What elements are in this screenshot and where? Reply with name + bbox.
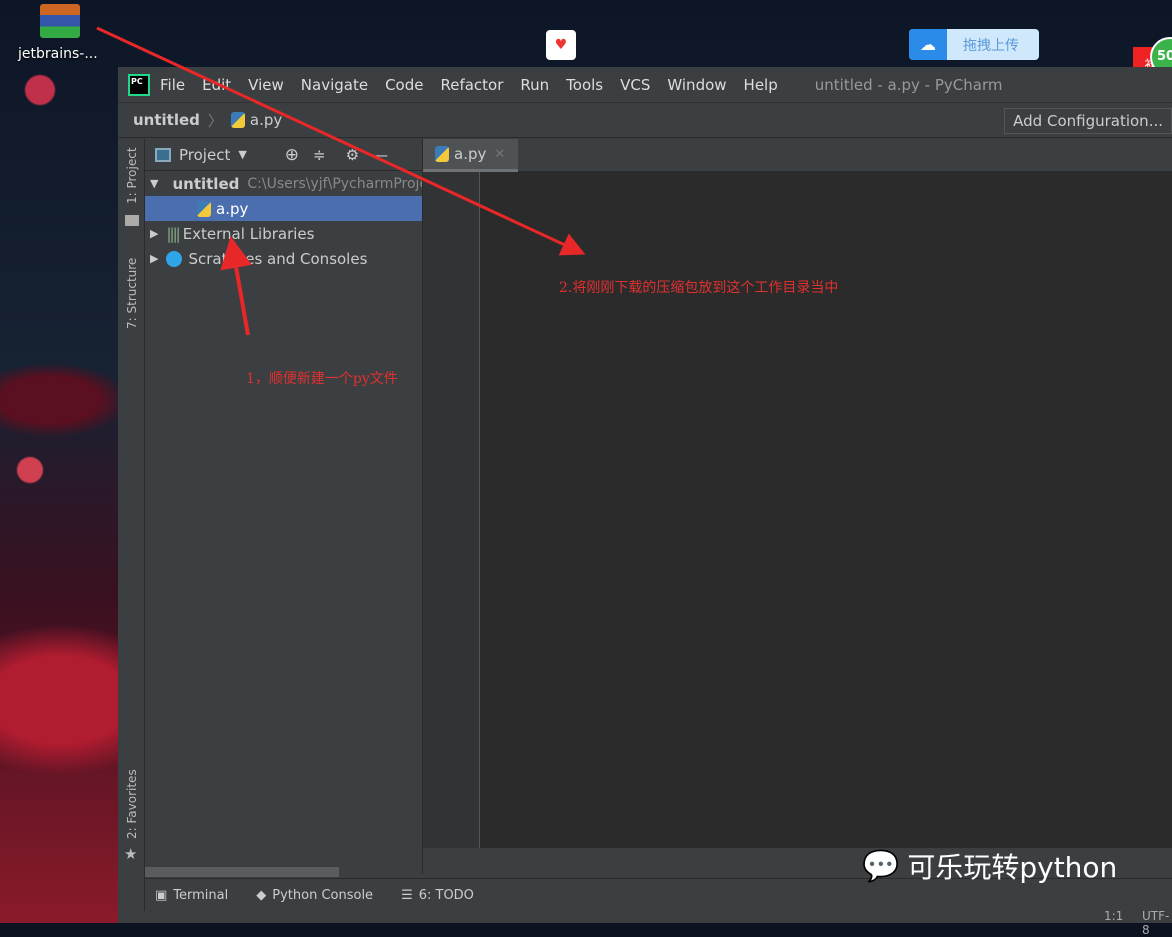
arrow-to-editor — [96, 26, 586, 256]
annotation-2: 2.将刚刚下载的压缩包放到这个工作目录当中 — [559, 280, 839, 296]
arrow-to-file — [220, 236, 252, 336]
annotation-arrows — [96, 26, 586, 336]
watermark: 💬 可乐玩转python — [862, 846, 1117, 886]
wechat-icon: 💬 — [862, 848, 900, 884]
annotation-1: 1，顺便新建一个py文件 — [246, 371, 398, 387]
watermark-text: 可乐玩转python — [907, 851, 1118, 884]
